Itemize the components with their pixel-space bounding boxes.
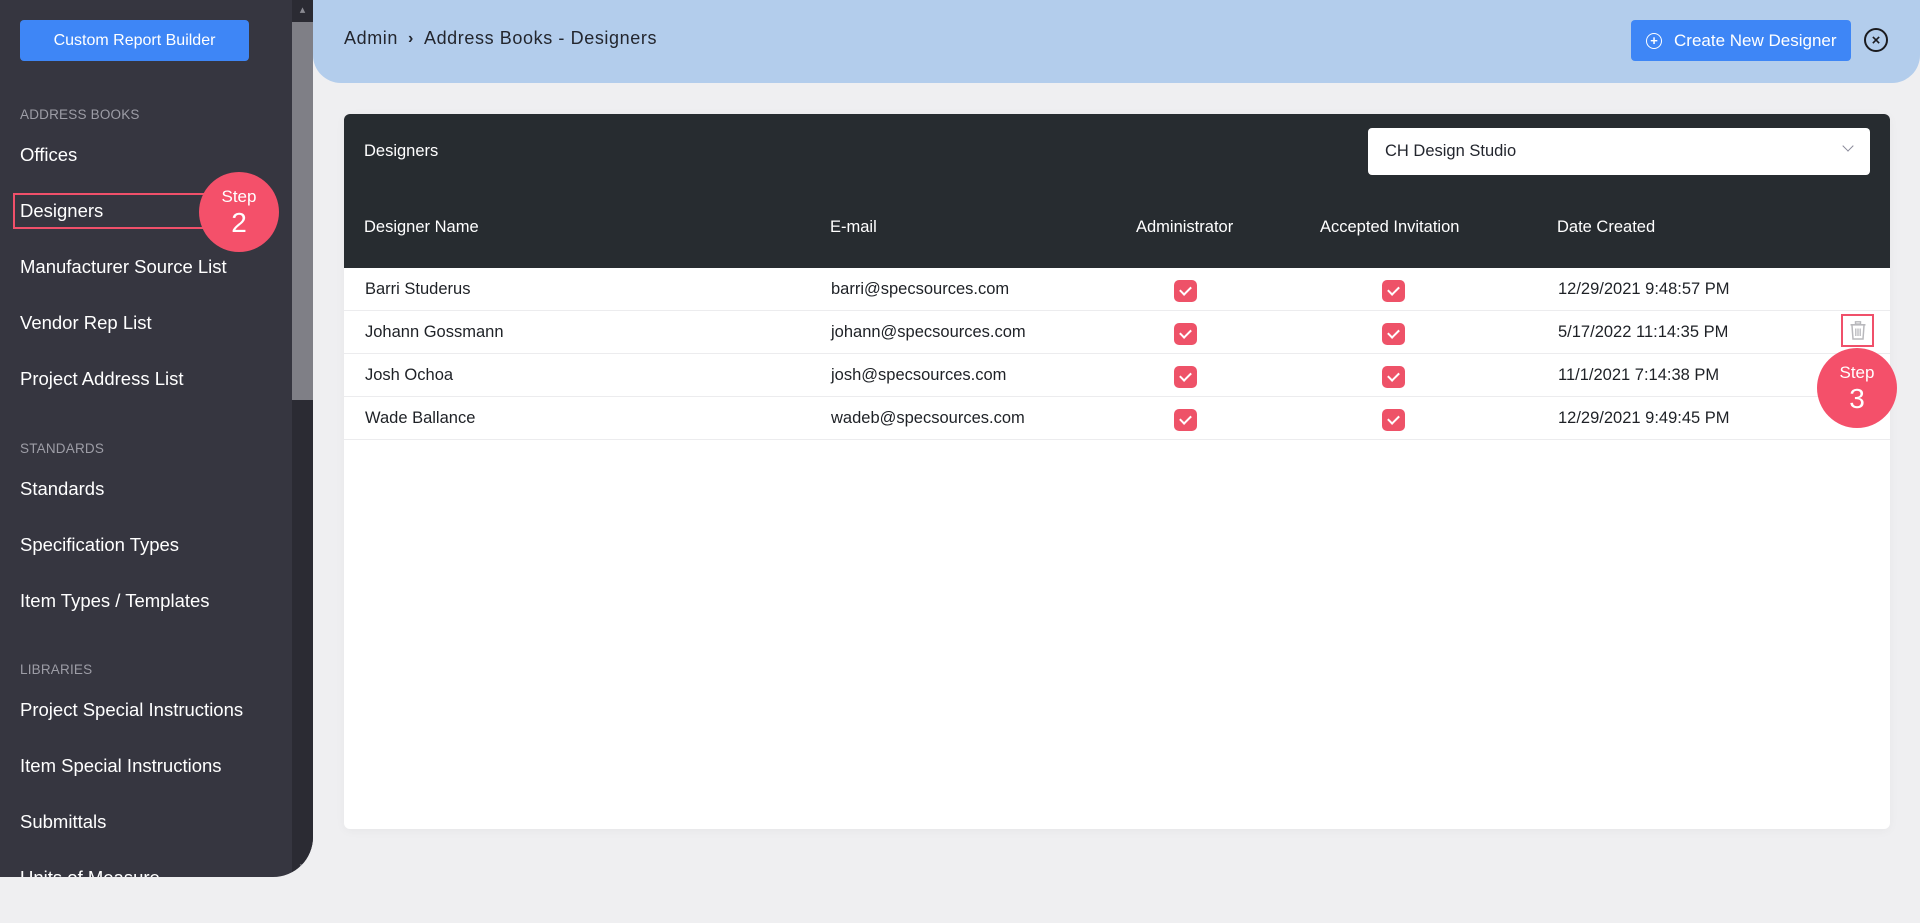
sidebar: Custom Report Builder ADDRESS BOOKS Offi… bbox=[0, 0, 313, 877]
designers-card: Designers CH Design Studio Designer Name… bbox=[344, 114, 1890, 829]
sidebar-item-item-types-templates[interactable]: Item Types / Templates bbox=[20, 590, 210, 612]
chevron-right-icon: › bbox=[408, 29, 414, 47]
administrator-checkbox[interactable] bbox=[1174, 366, 1197, 388]
breadcrumb-admin[interactable]: Admin bbox=[344, 28, 398, 49]
column-header-accepted-invitation[interactable]: Accepted Invitation bbox=[1320, 218, 1459, 237]
date-created: 5/17/2022 11:14:35 PM bbox=[1558, 323, 1729, 341]
column-header-date-created[interactable]: Date Created bbox=[1557, 218, 1655, 237]
designer-email: barri@specsources.com bbox=[831, 280, 1010, 298]
sidebar-item-manufacturer-source-list[interactable]: Manufacturer Source List bbox=[20, 256, 227, 278]
create-new-designer-button[interactable]: + Create New Designer bbox=[1631, 20, 1851, 61]
table-row[interactable]: Barri Studerus barri@specsources.com 12/… bbox=[344, 268, 1890, 311]
designer-email: josh@specsources.com bbox=[831, 366, 1007, 384]
sidebar-item-offices[interactable]: Offices bbox=[20, 144, 77, 166]
designer-email: wadeb@specsources.com bbox=[831, 409, 1025, 427]
sidebar-item-units-of-measure[interactable]: Units of Measure bbox=[20, 867, 160, 877]
sidebar-item-label: Designers bbox=[20, 200, 104, 221]
chevron-down-icon bbox=[1842, 140, 1854, 152]
column-header-designer-name[interactable]: Designer Name bbox=[364, 218, 479, 237]
breadcrumb: Admin › Address Books - Designers bbox=[344, 28, 657, 49]
breadcrumb-current: Address Books - Designers bbox=[423, 28, 658, 48]
sidebar-item-standards[interactable]: Standards bbox=[20, 478, 104, 500]
step-3-label: Step bbox=[1839, 362, 1875, 382]
create-new-designer-label: Create New Designer bbox=[1674, 30, 1837, 50]
designer-email: johann@specsources.com bbox=[831, 323, 1026, 341]
step-3-badge: Step 3 bbox=[1817, 348, 1897, 428]
table-row[interactable]: Johann Gossmann johann@specsources.com 5… bbox=[344, 311, 1890, 354]
column-header-administrator[interactable]: Administrator bbox=[1136, 218, 1233, 237]
card-title: Designers bbox=[364, 142, 439, 160]
step-2-badge: Step 2 bbox=[199, 172, 279, 252]
scroll-down-arrow-icon[interactable]: ▾ bbox=[292, 857, 313, 877]
date-created: 12/29/2021 9:49:45 PM bbox=[1558, 409, 1730, 427]
sidebar-scrollbar-thumb[interactable] bbox=[292, 22, 313, 400]
sidebar-menu: Custom Report Builder ADDRESS BOOKS Offi… bbox=[0, 0, 292, 877]
section-label-standards: STANDARDS bbox=[20, 441, 105, 456]
section-label-address-books: ADDRESS BOOKS bbox=[20, 107, 140, 122]
sidebar-item-item-special-instructions[interactable]: Item Special Instructions bbox=[20, 755, 222, 777]
date-created: 12/29/2021 9:48:57 PM bbox=[1558, 280, 1730, 298]
office-select[interactable]: CH Design Studio bbox=[1368, 128, 1870, 175]
table-header-bar: Designers CH Design Studio Designer Name… bbox=[344, 114, 1890, 268]
close-circle-icon[interactable]: × bbox=[1864, 28, 1888, 52]
accepted-invitation-checkbox[interactable] bbox=[1382, 409, 1405, 431]
table-row[interactable]: Josh Ochoa josh@specsources.com 11/1/202… bbox=[344, 354, 1890, 397]
designer-name: Josh Ochoa bbox=[365, 366, 454, 384]
designer-name: Wade Ballance bbox=[365, 409, 476, 427]
delete-designer-button[interactable] bbox=[1841, 314, 1874, 347]
designer-name: Barri Studerus bbox=[365, 280, 471, 298]
date-created: 11/1/2021 7:14:38 PM bbox=[1558, 366, 1720, 384]
accepted-invitation-checkbox[interactable] bbox=[1382, 323, 1405, 345]
administrator-checkbox[interactable] bbox=[1174, 409, 1197, 431]
page-header: Admin › Address Books - Designers + Crea… bbox=[313, 0, 1920, 83]
sidebar-item-project-special-instructions[interactable]: Project Special Instructions bbox=[20, 699, 243, 721]
trash-icon bbox=[1850, 321, 1865, 340]
plus-circle-icon: + bbox=[1646, 32, 1662, 49]
accepted-invitation-checkbox[interactable] bbox=[1382, 280, 1405, 302]
section-label-libraries: LIBRARIES bbox=[20, 662, 93, 677]
scroll-up-arrow-icon[interactable]: ▴ bbox=[292, 0, 313, 20]
sidebar-item-specification-types[interactable]: Specification Types bbox=[20, 534, 179, 556]
sidebar-item-project-address-list[interactable]: Project Address List bbox=[20, 368, 184, 390]
administrator-checkbox[interactable] bbox=[1174, 323, 1197, 345]
table-row[interactable]: Wade Ballance wadeb@specsources.com 12/2… bbox=[344, 397, 1890, 440]
accepted-invitation-checkbox[interactable] bbox=[1382, 366, 1405, 388]
custom-report-builder-button[interactable]: Custom Report Builder bbox=[20, 20, 249, 61]
sidebar-item-designers[interactable]: Designers bbox=[13, 193, 213, 229]
step-2-number: 2 bbox=[231, 206, 247, 238]
step-3-number: 3 bbox=[1849, 382, 1865, 414]
office-select-value: CH Design Studio bbox=[1385, 142, 1517, 160]
column-header-email[interactable]: E-mail bbox=[830, 218, 877, 237]
administrator-checkbox[interactable] bbox=[1174, 280, 1197, 302]
designer-name: Johann Gossmann bbox=[365, 323, 504, 341]
sidebar-item-vendor-rep-list[interactable]: Vendor Rep List bbox=[20, 312, 152, 334]
sidebar-item-submittals[interactable]: Submittals bbox=[20, 811, 106, 833]
step-2-label: Step bbox=[221, 186, 257, 206]
